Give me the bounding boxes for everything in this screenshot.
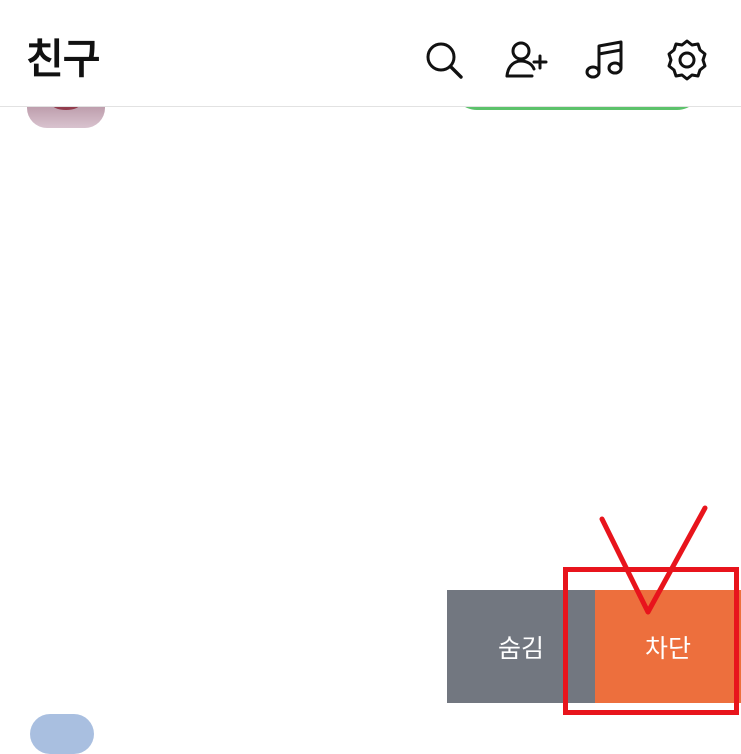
settings-icon[interactable] xyxy=(665,38,709,82)
search-icon[interactable] xyxy=(422,38,466,82)
music-icon[interactable] xyxy=(584,38,628,82)
friend-avatar[interactable] xyxy=(30,714,94,754)
add-friend-icon[interactable] xyxy=(504,38,548,82)
hide-button[interactable]: 숨김 xyxy=(447,590,595,703)
app-header: 친구 xyxy=(0,0,741,107)
block-button[interactable]: 차단 xyxy=(595,590,741,703)
page-title: 친구 xyxy=(26,35,100,83)
